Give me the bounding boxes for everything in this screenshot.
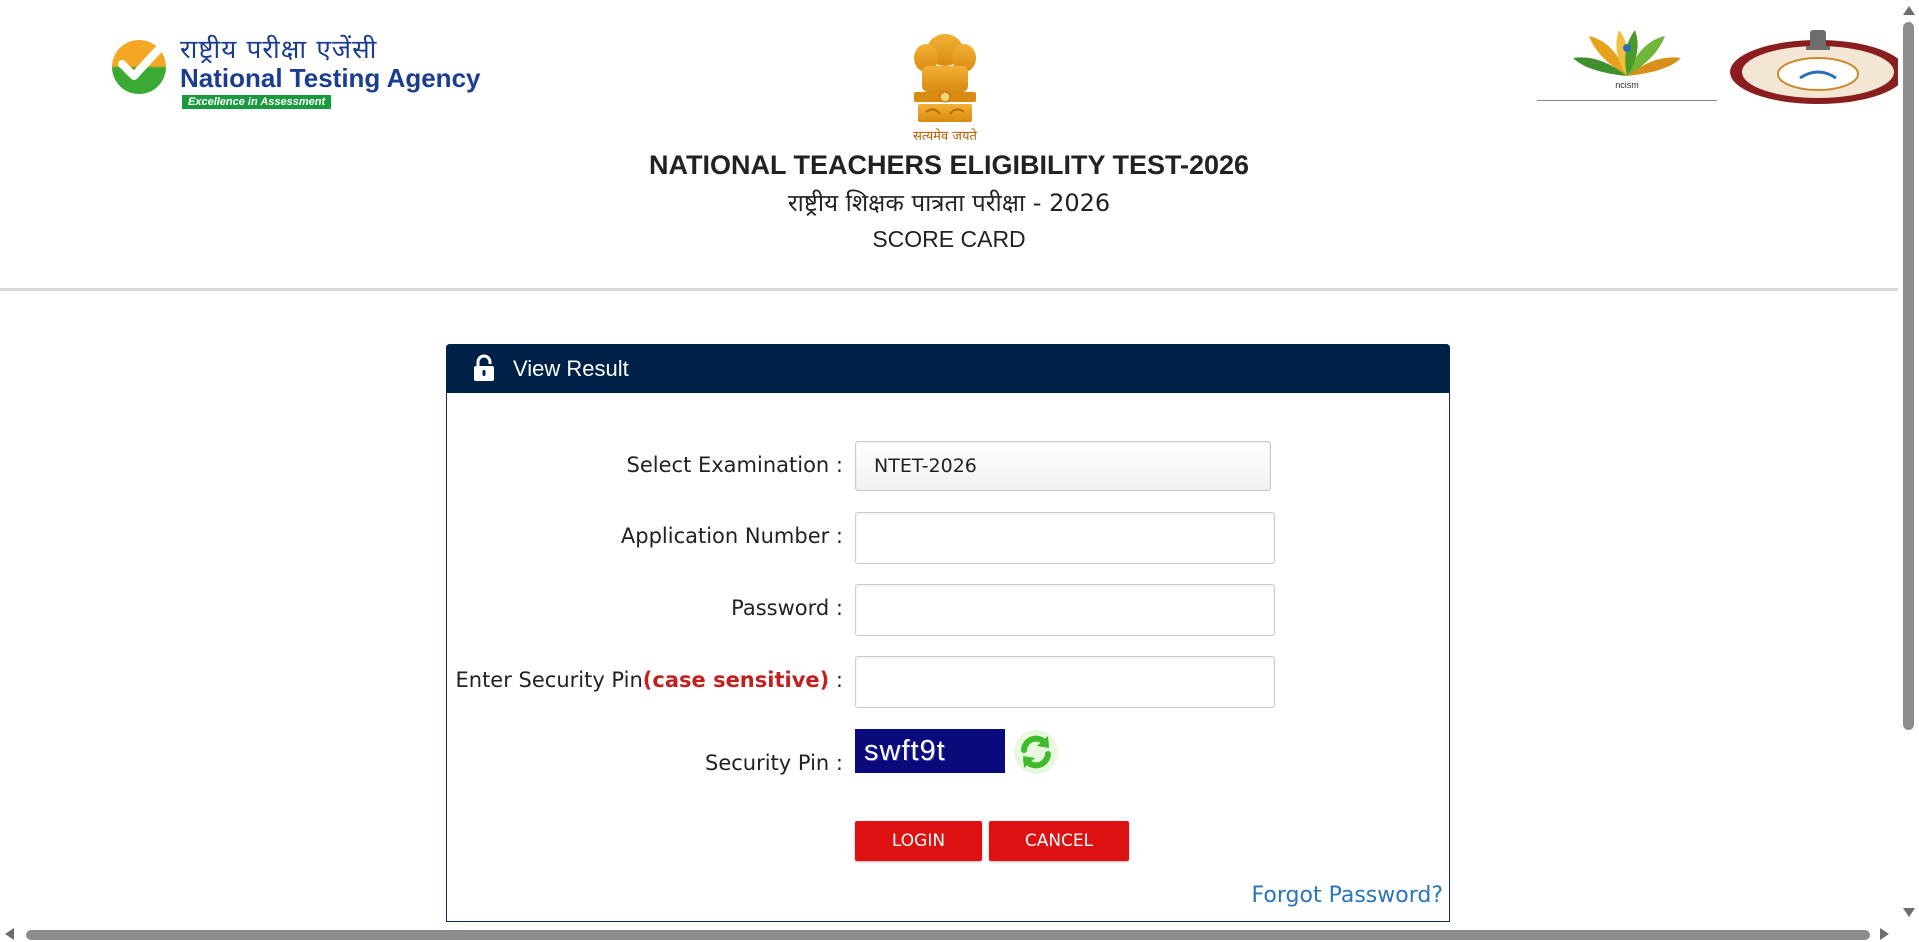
- scroll-down-arrow-icon[interactable]: [1903, 908, 1915, 917]
- page: राष्ट्रीय परीक्षा एजेंसी National Testin…: [0, 0, 1919, 942]
- examination-label: Select Examination :: [626, 453, 843, 477]
- lock-icon: [474, 354, 494, 381]
- site-header: राष्ट्रीय परीक्षा एजेंसी National Testin…: [0, 0, 1906, 288]
- page-subtitle: SCORE CARD: [872, 226, 1026, 252]
- scroll-up-arrow-icon[interactable]: [1903, 6, 1915, 15]
- nta-english-name: National Testing Agency: [180, 63, 481, 93]
- vertical-scrollbar[interactable]: [1898, 0, 1919, 926]
- password-row: Password :: [447, 584, 1449, 636]
- captcha-image: swft9t: [855, 729, 1005, 773]
- ncism-label: ncism: [1615, 80, 1639, 90]
- security-pin-input[interactable]: [855, 656, 1275, 708]
- password-label: Password :: [731, 596, 843, 620]
- national-emblem-icon: [914, 34, 976, 122]
- scroll-right-arrow-icon[interactable]: [1880, 928, 1889, 940]
- panel-title: View Result: [513, 356, 629, 381]
- forgot-password-link[interactable]: Forgot Password?: [1252, 883, 1443, 908]
- application-number-row: Application Number :: [447, 512, 1449, 564]
- login-button[interactable]: LOGIN: [855, 821, 982, 861]
- action-buttons: LOGIN CANCEL: [447, 821, 1449, 861]
- examination-select[interactable]: NTET-2026: [855, 441, 1271, 491]
- nch-logo[interactable]: [1720, 28, 1906, 106]
- page-title-hindi: राष्ट्रीय शिक्षक पात्रता परीक्षा - 2026: [787, 189, 1111, 217]
- horizontal-scroll-thumb[interactable]: [26, 930, 1870, 940]
- nta-hindi-name: राष्ट्रीय परीक्षा एजेंसी: [180, 35, 378, 65]
- national-emblem: सत्यमेव जयते: [900, 28, 990, 146]
- application-number-label: Application Number :: [620, 524, 843, 548]
- security-pin-entry-label: Enter Security Pin(case sensitive) :: [455, 668, 843, 692]
- security-pin-entry-label-colon: :: [829, 668, 843, 692]
- panel-header: View Result: [446, 344, 1450, 393]
- check-circle-icon: [118, 46, 162, 80]
- ncism-logo-icon: [1573, 30, 1681, 76]
- security-pin-row: Security Pin : swft9t: [447, 729, 1449, 781]
- cancel-button[interactable]: CANCEL: [989, 821, 1129, 861]
- security-pin-entry-label-text: Enter Security Pin: [455, 668, 643, 692]
- view-result-panel: View Result Select Examination : NTET-20…: [446, 344, 1450, 922]
- case-sensitive-note: (case sensitive): [642, 668, 830, 692]
- password-input[interactable]: [855, 584, 1275, 636]
- vertical-scroll-thumb[interactable]: [1903, 22, 1914, 730]
- emblem-motto: सत्यमेव जयते: [913, 129, 977, 144]
- scroll-left-arrow-icon[interactable]: [5, 928, 14, 940]
- application-number-input[interactable]: [855, 512, 1275, 564]
- security-pin-entry-row: Enter Security Pin(case sensitive) :: [447, 656, 1449, 708]
- ncism-logo[interactable]: ncism: [1537, 28, 1717, 101]
- nta-logo[interactable]: राष्ट्रीय परीक्षा एजेंसी National Testin…: [112, 30, 492, 112]
- security-pin-label: Security Pin :: [704, 751, 843, 775]
- page-title-english: NATIONAL TEACHERS ELIGIBILITY TEST-2026: [648, 150, 1250, 180]
- refresh-icon[interactable]: [1013, 729, 1059, 775]
- header-divider: [0, 288, 1898, 291]
- horizontal-scrollbar[interactable]: [0, 926, 1898, 942]
- examination-row: Select Examination : NTET-2026: [447, 441, 1449, 493]
- nch-seal-icon: [1730, 30, 1906, 104]
- nta-tagline: Excellence in Assessment: [182, 95, 332, 109]
